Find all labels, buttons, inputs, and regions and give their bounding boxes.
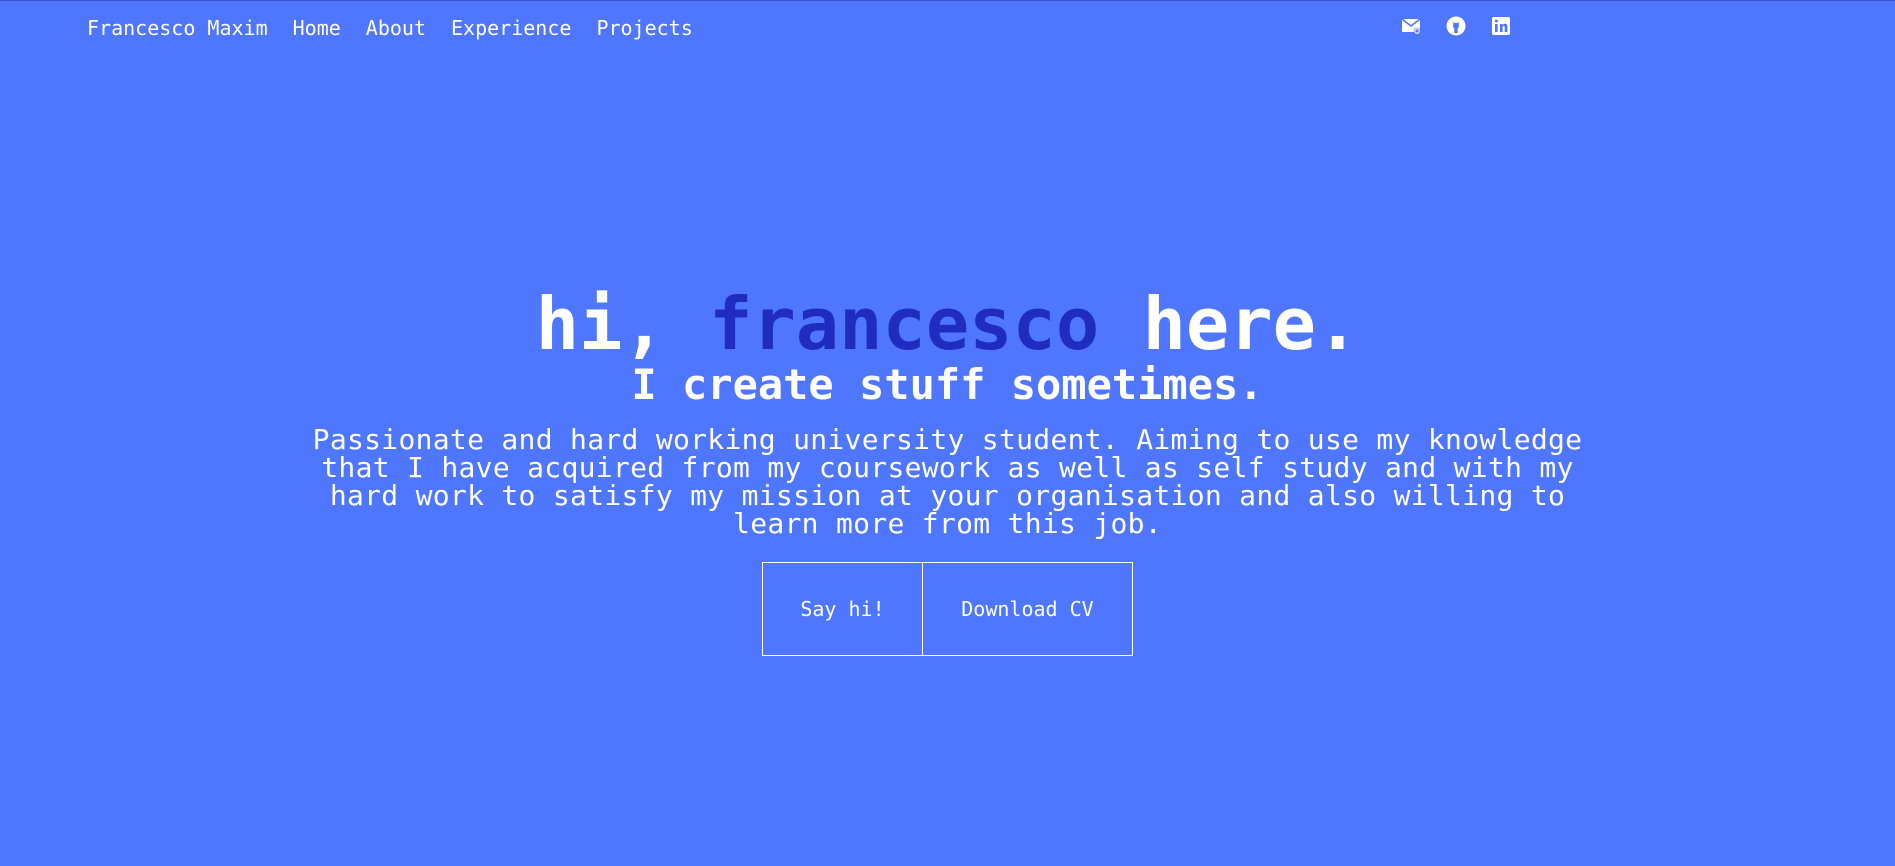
download-cv-button[interactable]: Download CV: [923, 562, 1133, 656]
brand-link[interactable]: Francesco Maxim: [87, 16, 268, 40]
linkedin-icon[interactable]: [1490, 15, 1512, 37]
nav-item-about[interactable]: About: [366, 16, 426, 40]
hero-subtitle: I create stuff sometimes.: [631, 360, 1264, 409]
hero-title-suffix: here.: [1099, 282, 1360, 366]
hero-buttons: Say hi! Download CV: [0, 562, 1895, 656]
hero-section: hi, francesco here. I create stuff somet…: [0, 280, 1895, 656]
github-icon[interactable]: [1445, 15, 1467, 37]
hero-title-name: francesco: [709, 282, 1100, 366]
nav-item-home[interactable]: Home: [293, 16, 341, 40]
nav-item-projects[interactable]: Projects: [596, 16, 692, 40]
hero-title: hi, francesco here.: [0, 280, 1895, 368]
say-hi-button[interactable]: Say hi!: [762, 562, 923, 656]
hero-title-prefix: hi,: [535, 282, 710, 366]
nav-item-experience[interactable]: Experience: [451, 16, 571, 40]
social-links: [1400, 15, 1512, 37]
hero-description: Passionate and hard working university s…: [312, 423, 1583, 540]
email-icon[interactable]: [1400, 15, 1422, 37]
top-nav: Francesco Maxim Home About Experience Pr…: [87, 16, 693, 40]
top-border: [0, 0, 1895, 1]
